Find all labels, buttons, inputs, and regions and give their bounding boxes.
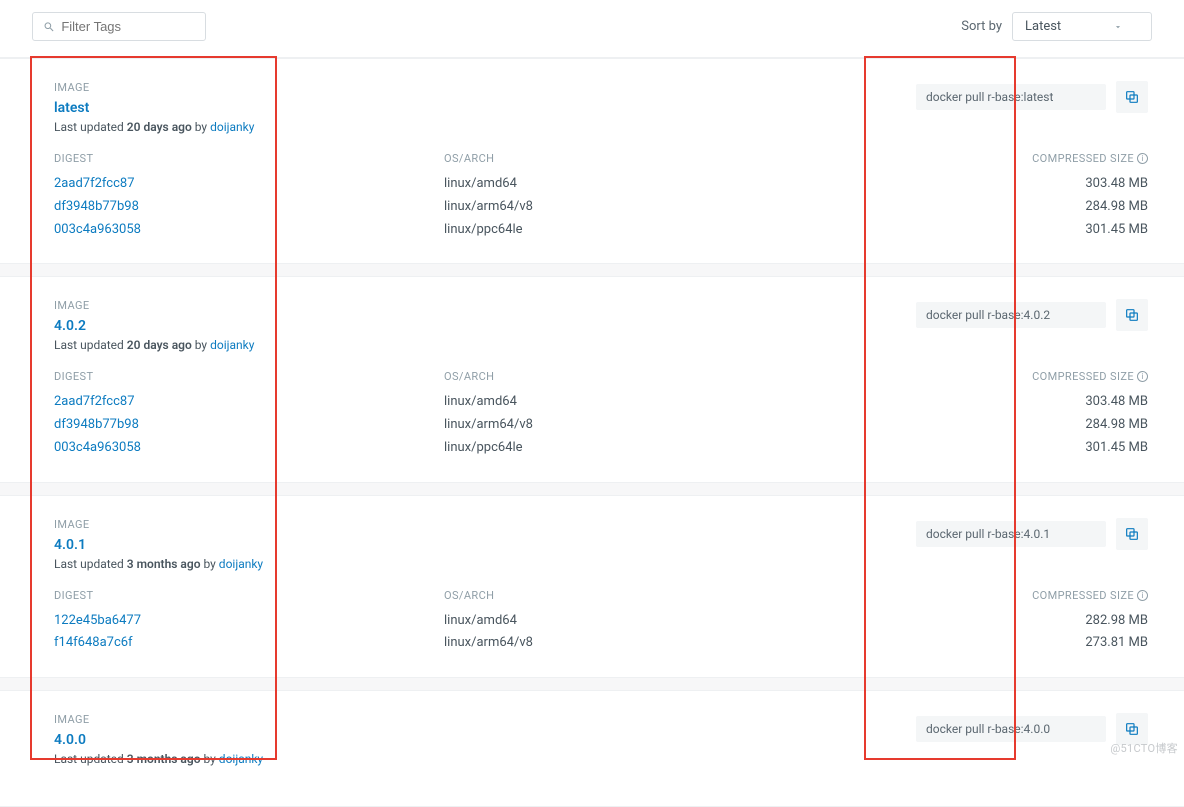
tag-link[interactable]: 4.0.2 — [54, 318, 254, 334]
pull-command[interactable]: docker pull r-base:4.0.0 — [916, 716, 1106, 742]
size-value: 301.45 MB — [948, 437, 1148, 460]
image-label: IMAGE — [54, 713, 263, 726]
copy-button[interactable] — [1116, 81, 1148, 113]
digest-link[interactable]: 2aad7f2fcc87 — [54, 173, 434, 196]
digest-link[interactable]: df3948b77b98 — [54, 414, 434, 437]
image-card: IMAGE latest Last updated 20 days ago by… — [0, 58, 1184, 264]
filter-tags-field[interactable] — [32, 12, 206, 41]
image-label: IMAGE — [54, 299, 254, 312]
arch-value: linux/arm64/v8 — [444, 632, 938, 655]
copy-button[interactable] — [1116, 299, 1148, 331]
image-card: IMAGE 4.0.1 Last updated 3 months ago by… — [0, 495, 1184, 679]
size-value: 284.98 MB — [948, 414, 1148, 437]
chevron-down-icon — [1113, 22, 1123, 32]
size-value: 303.48 MB — [948, 173, 1148, 196]
size-value: 282.98 MB — [948, 610, 1148, 633]
pull-command[interactable]: docker pull r-base:latest — [916, 84, 1106, 110]
info-icon: i — [1137, 371, 1148, 382]
size-value: 273.81 MB — [948, 632, 1148, 655]
image-label: IMAGE — [54, 81, 254, 94]
image-label: IMAGE — [54, 518, 263, 531]
image-card: IMAGE 4.0.2 Last updated 20 days ago by … — [0, 276, 1184, 482]
watermark: @51CTO博客 — [1110, 740, 1178, 756]
info-icon: i — [1137, 590, 1148, 601]
sort-by-label: Sort by — [961, 19, 1002, 34]
image-card: IMAGE 4.0.0 Last updated 3 months ago by… — [0, 690, 1184, 807]
size-header: COMPRESSED SIZEi — [948, 370, 1148, 383]
last-updated: Last updated 3 months ago by doijanky — [54, 557, 263, 571]
tag-link[interactable]: 4.0.0 — [54, 732, 263, 748]
sort-select[interactable]: Latest — [1012, 12, 1152, 41]
copy-button[interactable] — [1116, 518, 1148, 550]
user-link[interactable]: doijanky — [219, 752, 263, 766]
sort-value: Latest — [1025, 19, 1061, 34]
last-updated: Last updated 20 days ago by doijanky — [54, 120, 254, 134]
size-header: COMPRESSED SIZEi — [948, 152, 1148, 165]
search-icon — [43, 20, 55, 34]
digest-link[interactable]: f14f648a7c6f — [54, 632, 434, 655]
pull-command[interactable]: docker pull r-base:4.0.2 — [916, 302, 1106, 328]
last-updated: Last updated 3 months ago by doijanky — [54, 752, 263, 766]
digest-header: DIGEST — [54, 370, 434, 383]
arch-value: linux/amd64 — [444, 610, 938, 633]
info-icon: i — [1137, 153, 1148, 164]
sort-controls: Sort by Latest — [961, 12, 1152, 41]
digest-header: DIGEST — [54, 152, 434, 165]
top-bar: Sort by Latest — [0, 0, 1184, 58]
osarch-header: OS/ARCH — [444, 152, 938, 165]
arch-value: linux/arm64/v8 — [444, 196, 938, 219]
arch-value: linux/ppc64le — [444, 437, 938, 460]
image-list: IMAGE latest Last updated 20 days ago by… — [0, 58, 1184, 807]
arch-value: linux/ppc64le — [444, 219, 938, 242]
tag-link[interactable]: 4.0.1 — [54, 537, 263, 553]
digest-link[interactable]: 003c4a963058 — [54, 437, 434, 460]
digest-link[interactable]: 003c4a963058 — [54, 219, 434, 242]
size-value: 303.48 MB — [948, 391, 1148, 414]
digest-link[interactable]: 122e45ba6477 — [54, 610, 434, 633]
osarch-header: OS/ARCH — [444, 589, 938, 602]
user-link[interactable]: doijanky — [210, 120, 254, 134]
arch-value: linux/arm64/v8 — [444, 414, 938, 437]
size-value: 284.98 MB — [948, 196, 1148, 219]
pull-command[interactable]: docker pull r-base:4.0.1 — [916, 521, 1106, 547]
filter-tags-input[interactable] — [61, 19, 195, 34]
digest-link[interactable]: df3948b77b98 — [54, 196, 434, 219]
last-updated: Last updated 20 days ago by doijanky — [54, 338, 254, 352]
user-link[interactable]: doijanky — [219, 557, 263, 571]
osarch-header: OS/ARCH — [444, 370, 938, 383]
digest-link[interactable]: 2aad7f2fcc87 — [54, 391, 434, 414]
size-header: COMPRESSED SIZEi — [948, 589, 1148, 602]
arch-value: linux/amd64 — [444, 173, 938, 196]
digest-header: DIGEST — [54, 589, 434, 602]
size-value: 301.45 MB — [948, 219, 1148, 242]
tag-link[interactable]: latest — [54, 100, 254, 116]
arch-value: linux/amd64 — [444, 391, 938, 414]
user-link[interactable]: doijanky — [210, 338, 254, 352]
